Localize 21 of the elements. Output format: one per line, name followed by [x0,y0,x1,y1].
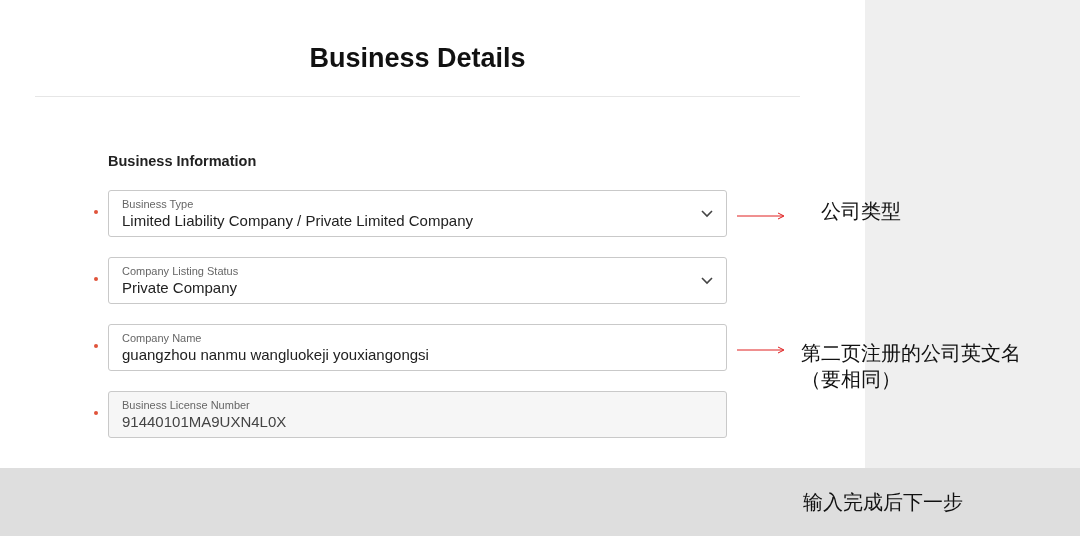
field-value: 91440101MA9UXN4L0X [122,411,288,432]
page-title: Business Details [308,42,527,75]
section-heading: Business Information [108,153,258,169]
chevron-down-icon [701,276,713,285]
field-label: Company Listing Status [122,263,240,278]
input-field[interactable]: Company Name guangzhou nanmu wangluokeji youxiangongsi [108,324,727,371]
field-label: Company Name [122,330,203,345]
arrow [737,346,785,354]
field-label: Business License Number [122,397,251,412]
field-value: Limited Liability Company / Private Limited Company [122,210,474,231]
arrow [737,212,785,220]
annotation-text: 输入完成后下一步 [803,489,963,515]
annotation-text: 第二页注册的公司英文名 [801,341,1021,366]
select-field[interactable]: Business Type Limited Liability Company / Private Limited Company [108,190,727,237]
chevron-down-icon [701,209,713,218]
select-field[interactable]: Company Listing Status Private Company [108,257,727,304]
annotation-text: 公司类型 [821,199,901,224]
field-value: Private Company [122,277,239,298]
annotation-text: （要相同） [801,367,902,392]
field-value: guangzhou nanmu wangluokeji youxiangongsi [122,344,430,365]
field-label: Business Type [122,196,195,211]
